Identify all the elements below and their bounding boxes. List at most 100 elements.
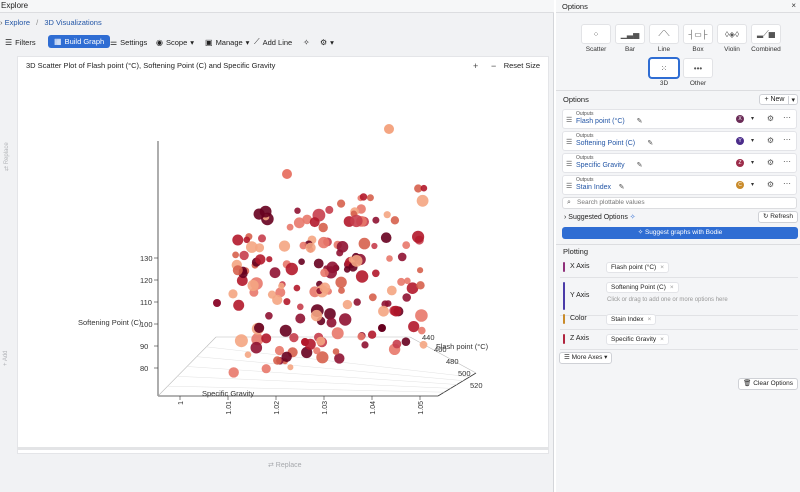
- scatter-point[interactable]: [416, 194, 429, 207]
- scatter-point[interactable]: [319, 282, 331, 294]
- scatter-point[interactable]: [392, 339, 402, 349]
- scatter-point[interactable]: [402, 293, 412, 302]
- scatter-point[interactable]: [326, 261, 339, 274]
- scatter-point[interactable]: [384, 300, 392, 307]
- scatter-point[interactable]: [397, 252, 407, 262]
- scatter-point[interactable]: [412, 230, 425, 243]
- axis-row-x-axis[interactable]: X Axis Flash point (°C) ×: [560, 261, 798, 273]
- output-name[interactable]: Stain Index: [576, 184, 611, 191]
- axis-value-chip[interactable]: Softening Point (C) ×: [606, 282, 679, 293]
- rail-add-label[interactable]: + Add: [3, 350, 9, 366]
- scatter-point[interactable]: [386, 285, 397, 296]
- scatter-point[interactable]: [378, 324, 386, 332]
- scatter-point[interactable]: [380, 232, 392, 243]
- bottom-replace-label[interactable]: ⇄ Replace: [268, 461, 302, 469]
- scatter-point[interactable]: [378, 305, 389, 317]
- chart-type-scatter[interactable]: ⁘ Scatter: [580, 24, 612, 53]
- chart-type-other[interactable]: ••• Other: [682, 58, 714, 87]
- scatter-point[interactable]: [336, 241, 349, 253]
- scatter-point[interactable]: [325, 205, 334, 214]
- scatter-point[interactable]: [368, 293, 377, 302]
- scatter-point[interactable]: [358, 237, 371, 250]
- scatter-point[interactable]: [316, 336, 326, 346]
- search-plottable-input[interactable]: ⌕ Search plottable values: [562, 197, 797, 209]
- scatter-point[interactable]: [420, 184, 428, 192]
- edit-pencil-icon[interactable]: ✎: [619, 183, 625, 191]
- scatter-point[interactable]: [318, 222, 328, 233]
- settings-button[interactable]: ⚌ Settings: [110, 36, 147, 48]
- scatter-point[interactable]: [335, 276, 347, 288]
- remove-icon[interactable]: ×: [660, 264, 664, 271]
- axis-value-chip[interactable]: Specific Gravity ×: [606, 334, 669, 345]
- scatter-point[interactable]: [332, 348, 340, 355]
- scatter-point[interactable]: [254, 322, 265, 333]
- scatter-point[interactable]: [418, 326, 426, 335]
- scatter-point[interactable]: [309, 217, 320, 228]
- scatter-point[interactable]: [318, 236, 330, 249]
- more-options-icon[interactable]: ⋯: [783, 113, 791, 122]
- output-card[interactable]: ☰ Outputs Softening Point (C) ✎ Y ▾ ⚙ ⋯: [562, 131, 797, 151]
- edit-pencil-icon[interactable]: ✎: [637, 117, 643, 125]
- chart-type-box[interactable]: ┤▭├ Box: [682, 24, 714, 53]
- scatter-point[interactable]: [359, 193, 368, 201]
- add-line-button[interactable]: ⟋ Add Line: [254, 36, 292, 48]
- sparkle-button[interactable]: ✧: [303, 36, 310, 48]
- axis-value-chip[interactable]: Stain Index ×: [606, 314, 657, 325]
- chart-type-3d[interactable]: ⁙ 3D: [648, 58, 680, 87]
- scatter-point[interactable]: [342, 299, 353, 310]
- scatter-point[interactable]: [287, 364, 294, 371]
- breadcrumb-root[interactable]: Explore: [5, 18, 30, 27]
- scatter-point[interactable]: [278, 282, 285, 290]
- scatter-point[interactable]: [234, 334, 248, 348]
- scatter-point[interactable]: [313, 258, 324, 269]
- drag-handle-icon[interactable]: ☰: [566, 160, 572, 168]
- chart-type-violin[interactable]: ◊◈◊ Violin: [716, 24, 748, 53]
- chevron-down-icon[interactable]: ▾: [788, 95, 797, 104]
- scatter-point[interactable]: [416, 281, 425, 290]
- scatter-point[interactable]: [232, 251, 240, 259]
- scatter-point[interactable]: [289, 333, 299, 343]
- scatter-point[interactable]: [310, 309, 323, 322]
- scatter-point[interactable]: [253, 208, 265, 220]
- scatter-point[interactable]: [390, 216, 400, 225]
- scatter-point[interactable]: [350, 255, 363, 267]
- scatter-point[interactable]: [250, 341, 263, 354]
- scatter-point[interactable]: [246, 241, 258, 253]
- scatter-point[interactable]: [384, 124, 394, 134]
- scatter-point[interactable]: [285, 262, 298, 276]
- chart-type-bar[interactable]: ▁▃▅ Bar: [614, 24, 646, 53]
- scatter-point[interactable]: [372, 269, 380, 278]
- scatter-point[interactable]: [313, 347, 321, 355]
- output-name[interactable]: Softening Point (C): [576, 140, 635, 147]
- chart-type-combined[interactable]: ▂⟋▅ Combined: [750, 24, 782, 53]
- scatter-point[interactable]: [404, 277, 411, 285]
- scatter-point[interactable]: [269, 267, 281, 279]
- gear-icon[interactable]: ⚙: [767, 136, 774, 145]
- chart-type-line[interactable]: ⟋⟍ Line: [648, 24, 680, 53]
- close-icon[interactable]: ×: [791, 1, 796, 10]
- scatter-point[interactable]: [282, 169, 292, 179]
- scatter-point[interactable]: [294, 207, 301, 214]
- remove-icon[interactable]: ×: [660, 336, 664, 343]
- rail-replace-label[interactable]: ⇄ Replace: [3, 142, 10, 171]
- drag-handle-icon[interactable]: ☰: [566, 182, 572, 190]
- scatter-point[interactable]: [357, 332, 366, 341]
- scatter-point[interactable]: [355, 270, 369, 283]
- filters-button[interactable]: ☰ Filters: [5, 36, 36, 48]
- manage-dropdown[interactable]: ▣ Manage ▾: [205, 36, 249, 48]
- scatter-point[interactable]: [350, 214, 363, 228]
- scatter-point[interactable]: [383, 211, 391, 219]
- suggest-bodie-button[interactable]: ✧ Suggest graphs with Bodie: [562, 227, 798, 239]
- more-options-icon[interactable]: ⋯: [783, 157, 791, 166]
- gear-icon[interactable]: ⚙: [767, 180, 774, 189]
- output-name[interactable]: Flash point (°C): [576, 118, 625, 125]
- scatter-point[interactable]: [305, 242, 316, 253]
- scatter-point[interactable]: [258, 234, 266, 243]
- scatter-point[interactable]: [273, 356, 282, 365]
- drag-handle-icon[interactable]: ☰: [566, 138, 572, 146]
- edit-pencil-icon[interactable]: ✎: [647, 139, 653, 147]
- scatter-point[interactable]: [266, 256, 273, 263]
- edit-pencil-icon[interactable]: ✎: [637, 161, 643, 169]
- output-card[interactable]: ☰ Outputs Stain Index ✎ C ▾ ⚙ ⋯: [562, 175, 797, 195]
- scatter-point[interactable]: [281, 351, 292, 362]
